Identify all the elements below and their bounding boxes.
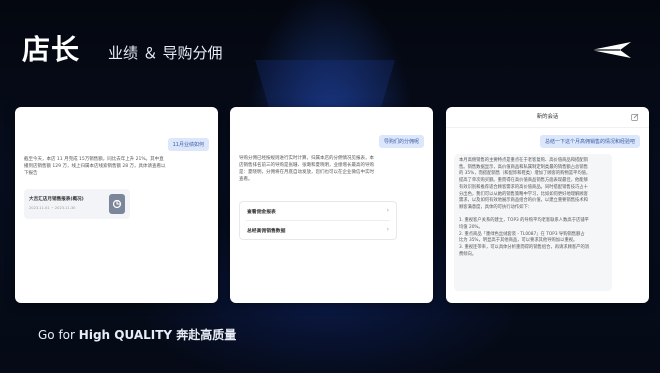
session-header: 新的会话 [446, 107, 649, 128]
answer-line: 截至今天，本店 11 月完成 15万销售额，同比去年上升 21%。其中直 [24, 157, 164, 162]
link-commission-report[interactable]: 查看佣金报表 › [240, 202, 396, 220]
user-message-bubble: 11月业绩如何 [167, 138, 209, 151]
answer-line: 需求，以及如何有效地展示商品组合的价值，以建立重要销售技术和 [459, 198, 588, 204]
answer-text: 本月高佣销售的主要特点是重点在于老客复购、高价值商品和搭配销 售。销售数据显示，… [459, 158, 609, 259]
chevron-right-icon: › [386, 207, 389, 214]
page-subtitle: 业绩 ＆ 导购分佣 [108, 44, 223, 62]
file-date-range: 2023.11.01 ~ 2023.11.30 [29, 206, 76, 210]
page-title: 店长 [22, 33, 81, 66]
edit-icon[interactable] [631, 113, 639, 121]
quick-links-panel: 查看佣金报表 › 总经高佣销售数据 › [239, 201, 397, 240]
slogan-high-quality: High QUALITY [78, 328, 173, 342]
user-message-bubble: 导购们的分佣呢 [378, 135, 424, 148]
chat-card-new-session: 新的会话 总结一下这个月高佣销售的情况和经验吧 本月高佣销售的主要特点是重点在于… [446, 107, 649, 303]
chevron-right-icon: › [386, 226, 389, 233]
answer-line: 店销售排名前三的导购是张珊、张璐和夏晓明，业绩增长最高的导购 [239, 163, 374, 168]
answer-line: 3. 重视连带率，可以具体分析重而得的销售组合，再请求顾客产的消 [459, 245, 590, 251]
link-label: 总经高佣销售数据 [247, 229, 286, 234]
link-label: 查看佣金报表 [247, 210, 276, 215]
assistant-answer: 本月高佣销售的主要特点是重点在于老客复购、高价值商品和搭配销 售。销售数据显示，… [454, 154, 612, 291]
chat-card-sales-performance: 11月业绩如何 截至今天，本店 11 月完成 15万销售额，同比去年上升 21%… [15, 107, 218, 303]
paper-plane-logo-icon [591, 42, 631, 58]
answer-line: 提高了单次购买额。重而得在高价值商品销售方面表现最佳，他能够 [459, 178, 588, 184]
slogan-chinese: 奔赴高质量 [172, 328, 237, 342]
answer-line: 导购分佣已经按规则进行实时计算，归属本店的分佣情况见报表，本 [239, 156, 374, 161]
assistant-answer: 截至今天，本店 11 月完成 15万销售额，同比去年上升 21%。其中直 播到店… [24, 156, 184, 177]
session-title: 新的会话 [536, 114, 559, 120]
answer-line: 查看。 [239, 177, 253, 182]
answer-line: 1. 重视客户关系的建立，TOP3 的导购平均老客联系人数高于店铺平 [459, 218, 589, 224]
answer-line: 是：夏晓明，分佣将在月底自动发放，您们也可以在企业微信中实时 [239, 170, 374, 175]
slogan-for: for [54, 328, 79, 342]
answer-line: 下报告 [24, 171, 38, 176]
answer-line: 播到店销售额 129 万，线上归属本店线索销售额 28 万，具体请查看以 [24, 164, 166, 169]
slogan-go: Go [38, 328, 55, 342]
report-file-card[interactable]: 大吉汇店月销售报表(概况) 2023.11.01 ~ 2023.11.30 [24, 189, 130, 219]
assistant-answer: 导购分佣已经按规则进行实时计算，归属本店的分佣情况见报表，本 店销售排名前三的导… [239, 155, 399, 183]
answer-line: 均值 20%。 [459, 225, 483, 231]
document-icon [109, 194, 125, 214]
file-name: 大吉汇店月销售报表(概况) [29, 197, 84, 202]
link-high-commission-data[interactable]: 总经高佣销售数据 › [240, 221, 396, 239]
footer-slogan: Go for High QUALITY 奔赴高质量 [38, 326, 236, 343]
answer-line: 有效识别和推荐适合顾客需求的高价值商品。同时搭配销售技巧占十 [459, 184, 588, 190]
answer-line: 本月高佣销售的主要特点是重点在于老客复购、高价值商品和搭配销 [459, 158, 588, 163]
answer-line: 顾客满意度，具体的可执行动作如下： [459, 204, 533, 210]
user-message-bubble: 总结一下这个月高佣销售的情况和经验吧 [539, 135, 640, 148]
chat-card-commission: 导购们的分佣呢 导购分佣已经按规则进行实时计算，归属本店的分佣情况见报表，本 店… [230, 107, 433, 303]
answer-line: 费倾向。 [459, 251, 477, 257]
